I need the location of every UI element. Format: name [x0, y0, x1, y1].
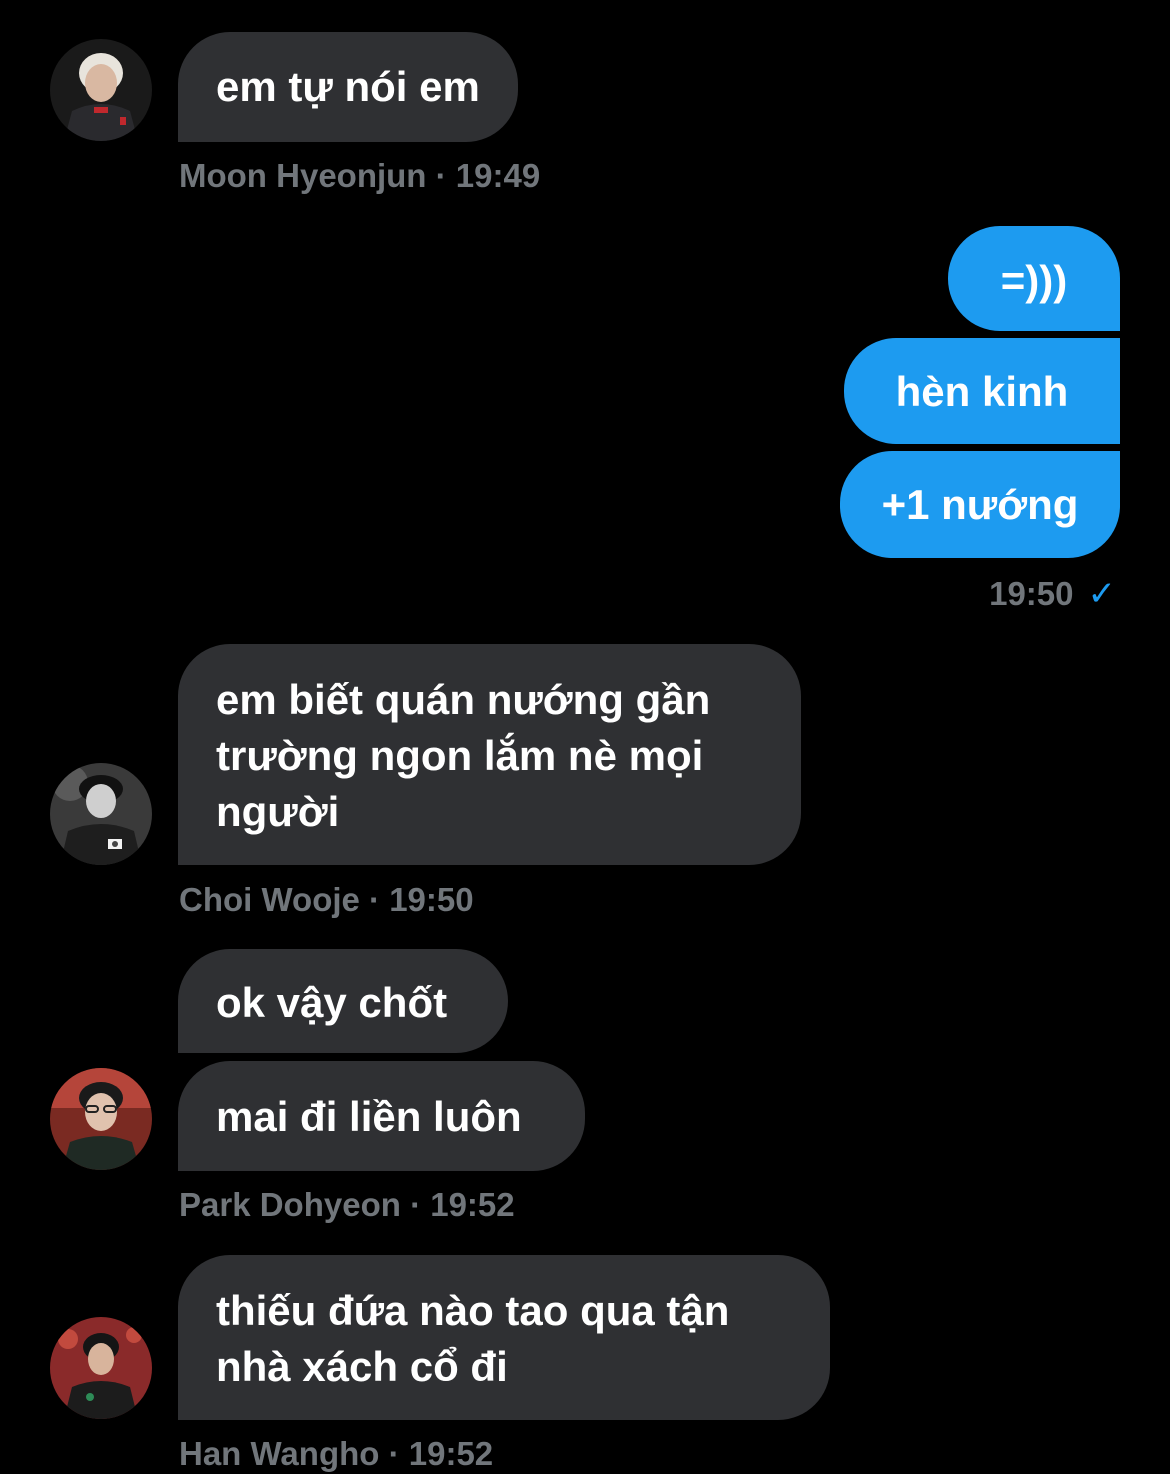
- message-text: mai đi liền luôn: [216, 1093, 522, 1140]
- message-text: +1 nướng: [881, 481, 1079, 528]
- message-bubble[interactable]: +1 nướng: [840, 451, 1120, 558]
- message-text-line: em biết quán nướng gần: [216, 676, 711, 723]
- message-text-line: người: [216, 788, 340, 835]
- message-bubble[interactable]: em tự nói em: [178, 32, 518, 142]
- message-meta: Park Dohyeon · 19:52: [179, 1186, 515, 1223]
- message-bubble[interactable]: mai đi liền luôn: [178, 1061, 585, 1171]
- check-icon: ✓: [1087, 575, 1117, 613]
- message-bubble[interactable]: hèn kinh: [844, 338, 1120, 444]
- message-meta: 19:50 ✓: [989, 574, 1116, 614]
- avatar-choi-wooje[interactable]: [50, 763, 152, 865]
- message-meta: Han Wangho · 19:52: [179, 1435, 494, 1472]
- message-bubble[interactable]: ok vậy chốt: [178, 949, 508, 1053]
- avatar-moon-hyeonjun[interactable]: [50, 39, 152, 141]
- message-bubble[interactable]: em biết quán nướng gần trường ngon lắm n…: [178, 644, 801, 865]
- message-timestamp: 19:50: [989, 575, 1074, 612]
- message-bubble[interactable]: =))): [948, 226, 1120, 331]
- avatar-han-wangho[interactable]: [50, 1317, 152, 1419]
- message-text: em tự nói em: [216, 63, 480, 110]
- message-meta: Moon Hyeonjun · 19:49: [179, 157, 541, 194]
- message-text-line: thiếu đứa nào tao qua tận: [216, 1287, 730, 1334]
- message-meta: Choi Wooje · 19:50: [179, 881, 474, 918]
- message-text-line: nhà xách cổ đi: [216, 1343, 508, 1390]
- message-text-line: trường ngon lắm nè mọi: [216, 732, 704, 779]
- avatar-park-dohyeon[interactable]: [50, 1068, 152, 1170]
- message-text: ok vậy chốt: [216, 979, 448, 1026]
- message-bubble[interactable]: thiếu đứa nào tao qua tận nhà xách cổ đi: [178, 1255, 830, 1420]
- message-text: hèn kinh: [895, 368, 1069, 415]
- message-text: =))): [1000, 257, 1068, 304]
